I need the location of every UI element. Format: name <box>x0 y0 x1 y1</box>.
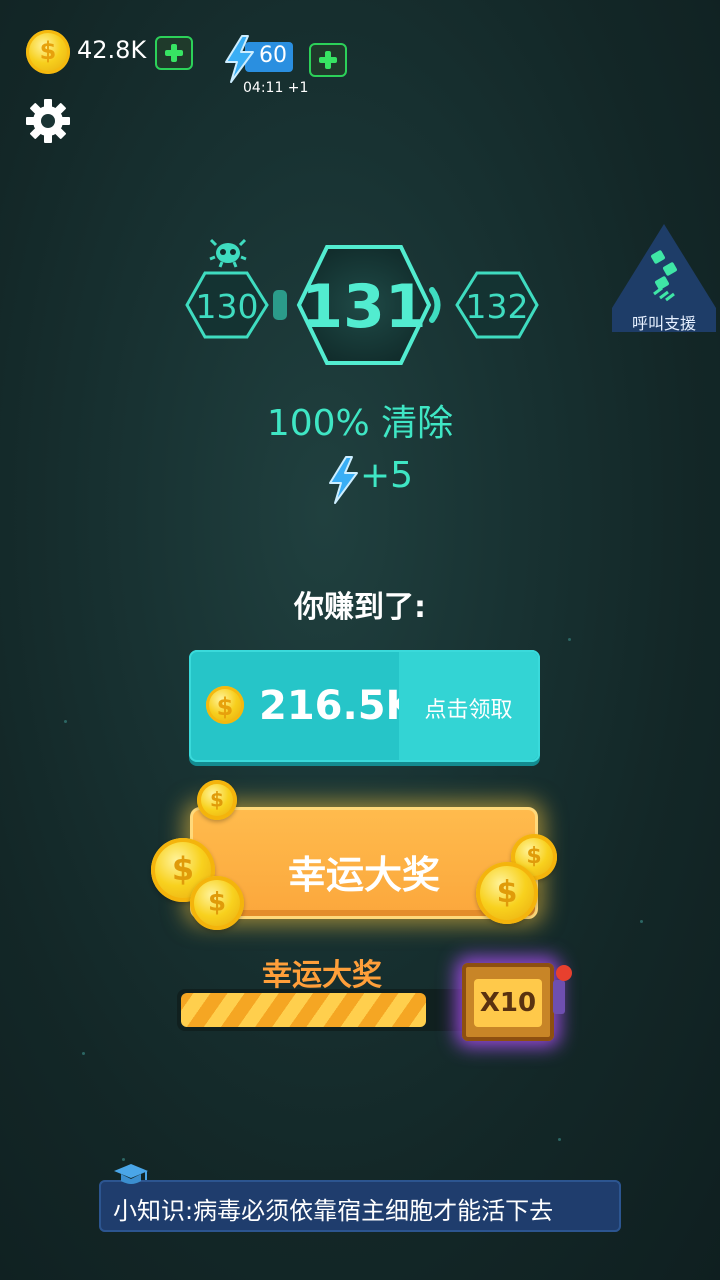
graduation-cap-icon <box>114 1164 148 1184</box>
current-level-number: 131 <box>301 272 426 342</box>
coin-icon <box>26 30 70 74</box>
level-connector <box>273 290 287 320</box>
background-star <box>64 720 67 723</box>
call-support-button[interactable]: 呼叫支援 <box>612 222 716 334</box>
energy-count: 60 <box>259 43 287 68</box>
lightning-icon <box>225 35 254 83</box>
background-star <box>640 920 643 923</box>
level-connector <box>429 287 441 323</box>
background-star <box>122 1158 125 1161</box>
tip-text: 小知识:病毒必须依靠宿主细胞才能活下去 <box>113 1197 554 1225</box>
energy-reward: +5 <box>360 455 414 496</box>
earned-amount: 216.5K <box>259 683 417 729</box>
lever-knob <box>556 965 572 981</box>
coin-icon: $ <box>190 876 244 930</box>
cleared-percentage: 100% 清除 <box>266 403 454 444</box>
background-star <box>558 1138 561 1141</box>
support-label: 呼叫支援 <box>631 314 696 333</box>
chest-multiplier: X10 <box>474 979 542 1027</box>
jackpot-progress-title: 幸运大奖 <box>262 958 382 993</box>
add-energy-button[interactable] <box>309 43 347 77</box>
earnings-heading: 你赚到了: <box>294 590 426 625</box>
next-level-number: 132 <box>466 287 529 326</box>
tip-banner: 小知识:病毒必须依靠宿主细胞才能活下去 <box>99 1180 621 1232</box>
level-indicator: 130 131 132 <box>185 238 539 365</box>
add-coins-button[interactable] <box>155 36 193 70</box>
coin-balance: 42.8K <box>77 36 147 64</box>
claim-label: 点击领取 <box>424 698 513 723</box>
claim-reward-button[interactable]: 216.5K 点击领取 <box>189 650 540 762</box>
jackpot-progress-bar <box>177 989 477 1031</box>
lightning-icon <box>329 456 358 504</box>
previous-level-number: 130 <box>196 287 259 326</box>
chest-lever <box>553 980 565 1014</box>
virus-icon <box>209 238 247 268</box>
background-star <box>568 638 571 641</box>
gear-icon[interactable] <box>25 98 71 144</box>
jackpot-chest[interactable]: X10 <box>462 963 554 1041</box>
coin-icon: $ <box>197 780 237 820</box>
claim-label-panel: 点击领取 <box>399 652 538 760</box>
coin-icon <box>206 686 244 724</box>
background-star <box>82 1052 85 1055</box>
jackpot-progress-fill <box>181 993 426 1027</box>
energy-timer: 04:11 +1 <box>243 80 309 96</box>
coin-icon: $ <box>476 862 538 924</box>
